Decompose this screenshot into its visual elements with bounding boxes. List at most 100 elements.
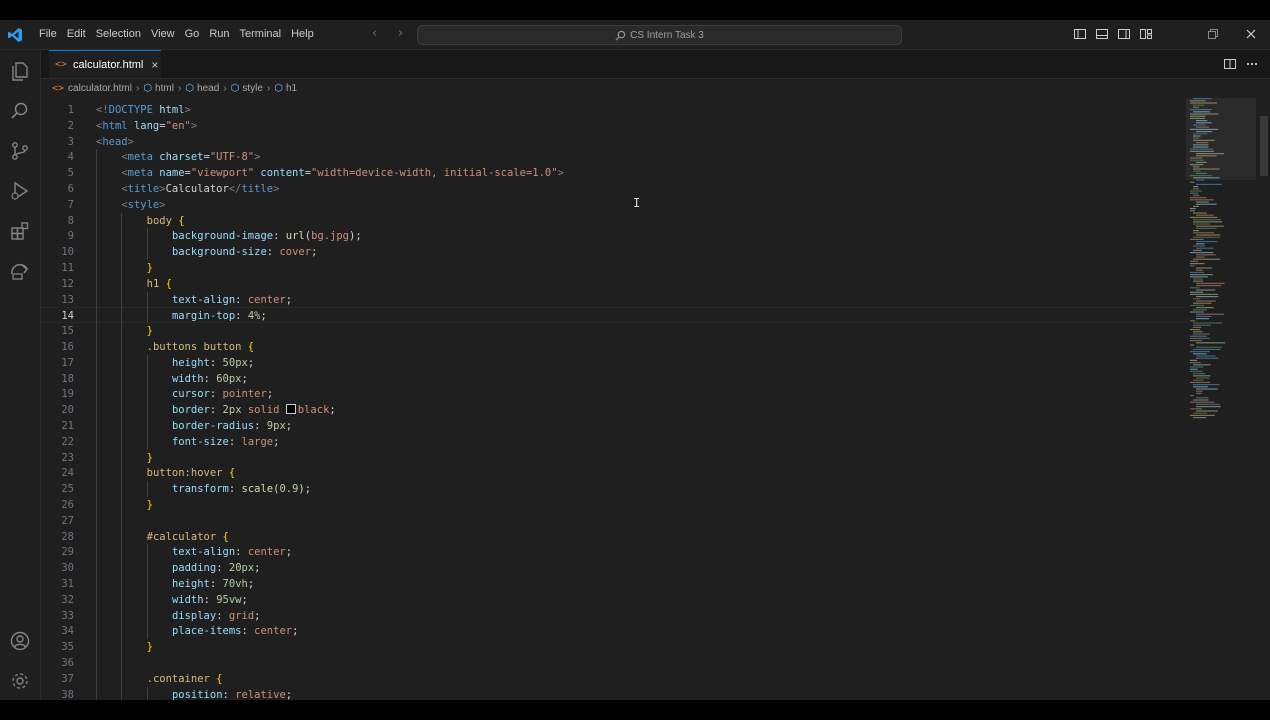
code-line[interactable]: 32 width: 95vw; xyxy=(41,592,1186,608)
code-line[interactable]: 9 background-image: url(bg.jpg); xyxy=(41,228,1186,244)
command-center-search[interactable]: CS Intern Task 3 xyxy=(417,25,902,45)
code-line[interactable]: 34 place-items: center; xyxy=(41,623,1186,639)
code-line[interactable]: 38 position: relative; xyxy=(41,687,1186,700)
restore-window-icon[interactable] xyxy=(1206,27,1220,41)
minimap-line xyxy=(1196,214,1214,216)
breadcrumb-style[interactable]: style xyxy=(242,83,263,94)
code-line[interactable]: 30 padding: 20px; xyxy=(41,560,1186,576)
code-line[interactable]: 1 <!DOCTYPE html> xyxy=(41,102,1186,118)
menu-view[interactable]: View xyxy=(146,20,180,49)
code-text: width: 95vw; xyxy=(172,592,248,608)
code-line[interactable]: 27 xyxy=(41,513,1186,529)
toggle-primary-sidebar-icon[interactable] xyxy=(1073,27,1087,41)
back-arrow-icon[interactable]: ‹ xyxy=(372,26,377,41)
close-window-icon[interactable] xyxy=(1244,27,1258,41)
menu-selection[interactable]: Selection xyxy=(91,20,146,49)
code-line[interactable]: 17 height: 50px; xyxy=(41,355,1186,371)
minimap[interactable] xyxy=(1186,98,1256,428)
accounts-icon[interactable] xyxy=(9,630,31,652)
code-text: background-size: cover; xyxy=(172,244,317,260)
code-token: 9px xyxy=(266,420,286,432)
code-line[interactable]: 11} xyxy=(41,260,1186,276)
forward-arrow-icon[interactable]: › xyxy=(398,26,403,41)
code-token: { xyxy=(228,467,236,480)
code-line[interactable]: 7 <style> xyxy=(41,197,1186,213)
minimap-line xyxy=(1190,164,1204,166)
code-line[interactable]: 35} xyxy=(41,639,1186,655)
menu-help[interactable]: Help xyxy=(286,20,319,49)
toggle-secondary-sidebar-icon[interactable] xyxy=(1117,27,1131,41)
minimap-line xyxy=(1190,293,1218,295)
breadcrumb-h1[interactable]: h1 xyxy=(286,83,297,94)
code-line[interactable]: 26} xyxy=(41,497,1186,513)
code-line[interactable]: 18 width: 60px; xyxy=(41,371,1186,387)
more-actions-icon[interactable] xyxy=(1245,57,1259,71)
toggle-panel-icon[interactable] xyxy=(1095,27,1109,41)
code-line[interactable]: 15} xyxy=(41,323,1186,339)
code-token: 0.9 xyxy=(279,483,299,496)
breadcrumb: <> calculator.html › ⬡ html › ⬡ head › ⬡… xyxy=(52,79,297,97)
vertical-scrollbar[interactable] xyxy=(1258,98,1270,700)
menu-go[interactable]: Go xyxy=(180,20,205,49)
code-line[interactable]: 6 <title>Calculator</title> xyxy=(41,181,1186,197)
minimap-line xyxy=(1190,265,1195,267)
breadcrumb-html[interactable]: html xyxy=(155,83,174,94)
minimap-line xyxy=(1190,311,1204,313)
code-line[interactable]: 23} xyxy=(41,450,1186,466)
menu-file[interactable]: File xyxy=(34,20,62,49)
breadcrumb-file[interactable]: calculator.html xyxy=(68,83,132,94)
code-line[interactable]: 8 body { xyxy=(41,213,1186,229)
code-line[interactable]: 24 button:hover { xyxy=(41,465,1186,481)
color-swatch-icon[interactable] xyxy=(285,404,296,415)
code-line[interactable]: 10 background-size: cover; xyxy=(41,244,1186,260)
explorer-icon[interactable] xyxy=(9,60,31,82)
tab-calculator-html[interactable]: <> calculator.html × xyxy=(49,50,161,78)
code-line[interactable]: 16 .buttons button { xyxy=(41,339,1186,355)
code-line[interactable]: 14 margin-top: 4%; xyxy=(41,307,1186,324)
code-line[interactable]: 33 display: grid; xyxy=(41,608,1186,624)
code-line[interactable]: 19 cursor: pointer; xyxy=(41,386,1186,402)
minimap-line xyxy=(1193,212,1207,214)
scrollbar-thumb[interactable] xyxy=(1260,116,1268,176)
code-line[interactable]: 20 border: 2px solid black; xyxy=(41,402,1186,418)
code-line[interactable]: 36 xyxy=(41,655,1186,671)
remote-explorer-icon[interactable] xyxy=(9,260,31,282)
code-line[interactable]: 25 transform: scale(0.9); xyxy=(41,481,1186,497)
code-line[interactable]: 4 <meta charset="UTF-8"> xyxy=(41,149,1186,165)
code-line[interactable]: 28 #calculator { xyxy=(41,529,1186,545)
line-number: 37 xyxy=(61,672,74,685)
minimap-viewport[interactable] xyxy=(1186,98,1256,180)
code-line[interactable]: 21 border-radius: 9px; xyxy=(41,418,1186,434)
code-token: ; xyxy=(285,293,293,306)
code-text: margin-top: 4%; xyxy=(172,308,267,324)
search-icon xyxy=(615,30,626,40)
line-number: 1 xyxy=(67,104,74,116)
settings-gear-icon[interactable] xyxy=(9,670,31,692)
code-line[interactable]: 31 height: 70vh; xyxy=(41,576,1186,592)
customize-layout-icon[interactable] xyxy=(1139,27,1153,41)
menu-edit[interactable]: Edit xyxy=(62,20,91,49)
extensions-icon[interactable] xyxy=(9,220,31,242)
code-editor[interactable]: 1 <!DOCTYPE html> 2 <html lang="en"> 3 <head>… xyxy=(41,98,1186,700)
minimap-line xyxy=(1196,307,1214,309)
tab-close-icon[interactable]: × xyxy=(151,58,158,72)
source-control-icon[interactable] xyxy=(9,140,31,162)
line-number: 34 xyxy=(61,625,74,638)
code-line[interactable]: 37 .container { xyxy=(41,671,1186,687)
code-line[interactable]: 12 h1 { xyxy=(41,276,1186,292)
minimap-line xyxy=(1190,366,1204,368)
menu-terminal[interactable]: Terminal xyxy=(235,20,287,49)
split-editor-icon[interactable] xyxy=(1223,57,1237,71)
search-icon[interactable] xyxy=(9,100,31,122)
code-line[interactable]: 13 text-align: center; xyxy=(41,292,1186,308)
code-line[interactable]: 3 <head> xyxy=(41,134,1186,150)
breadcrumb-head[interactable]: head xyxy=(197,83,219,94)
minimap-line xyxy=(1196,300,1216,302)
code-line[interactable]: 5 <meta name="viewport" content="width=de… xyxy=(41,165,1186,181)
line-number: 32 xyxy=(61,593,74,606)
menu-run[interactable]: Run xyxy=(204,20,234,49)
run-and-debug-icon[interactable] xyxy=(9,180,31,202)
code-line[interactable]: 22 font-size: large; xyxy=(41,434,1186,450)
code-line[interactable]: 2 <html lang="en"> xyxy=(41,118,1186,134)
code-line[interactable]: 29 text-align: center; xyxy=(41,544,1186,560)
